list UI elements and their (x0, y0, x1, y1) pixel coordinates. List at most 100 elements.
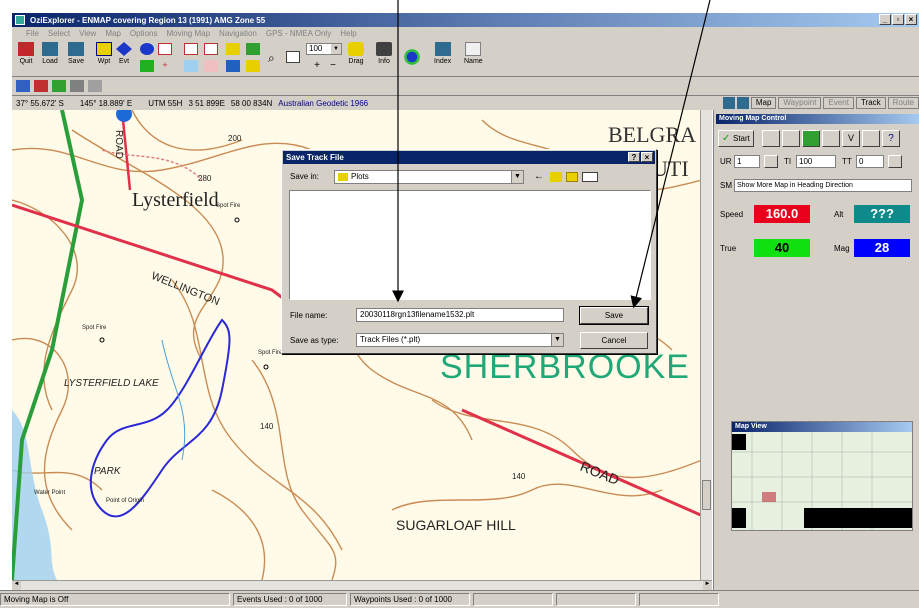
menu-moving-map[interactable]: Moving Map (166, 29, 210, 38)
ti-field[interactable]: 100 (796, 155, 836, 168)
zoom-in-icon[interactable]: + (310, 60, 324, 72)
tt-label: TT (842, 157, 852, 166)
maximize-button[interactable]: ▫ (892, 14, 904, 25)
map-vertical-scrollbar[interactable] (700, 110, 712, 580)
map-icon[interactable] (226, 43, 240, 55)
file-list[interactable] (289, 190, 651, 300)
waypoint-button[interactable]: Wpt (96, 42, 112, 65)
search-icon[interactable]: ⌕ (268, 51, 282, 65)
dialog-close-button[interactable]: × (641, 152, 653, 162)
chevron-down-icon: ▼ (331, 44, 341, 54)
map-button[interactable] (802, 130, 820, 147)
wpt-list-icon[interactable] (52, 80, 66, 92)
plus-icon[interactable]: + (158, 60, 172, 72)
menu-file[interactable]: File (26, 29, 39, 38)
close-button[interactable]: × (905, 14, 917, 25)
up-folder-icon[interactable] (550, 172, 562, 182)
cal-icon[interactable] (246, 60, 260, 72)
find-button[interactable] (782, 130, 800, 147)
panel-map-icon[interactable] (722, 97, 735, 109)
tt-field[interactable]: 0 (856, 155, 884, 168)
dialog-cancel-button[interactable]: Cancel (580, 332, 648, 349)
print-icon[interactable] (286, 51, 300, 63)
menu-navigation[interactable]: Navigation (219, 29, 257, 38)
speed-value: 160.0 (754, 205, 810, 223)
tab-map[interactable]: Map (750, 97, 777, 109)
options-button[interactable] (862, 130, 880, 147)
tab-event[interactable]: Event (823, 97, 854, 109)
save-in-select[interactable]: Plots ▼ (334, 170, 524, 184)
save-toolbar-button[interactable]: Save (68, 42, 84, 65)
help-icon[interactable]: ? (882, 130, 900, 147)
index-button[interactable]: Index (434, 42, 451, 65)
name-button[interactable]: Name (464, 42, 483, 65)
menu-bar: File Select View Map Options Moving Map … (12, 27, 919, 39)
track-button[interactable] (822, 130, 840, 147)
panel-title: Moving Map Control (716, 114, 919, 124)
grid-icon[interactable] (184, 60, 198, 72)
settings-icon[interactable] (88, 80, 102, 92)
flag-icon[interactable] (16, 80, 30, 92)
circle-icon[interactable] (204, 43, 218, 55)
new-folder-icon[interactable] (566, 172, 578, 182)
dialog-save-button[interactable]: Save (579, 306, 649, 325)
tt-set-button[interactable] (888, 155, 902, 168)
zoom-out-icon[interactable]: − (326, 60, 340, 72)
menu-map[interactable]: Map (105, 29, 121, 38)
coordinate-bar: 37° 55.672' S 145° 18.889' E UTM 55H 3 5… (12, 95, 919, 110)
map-list-icon[interactable] (226, 60, 240, 72)
save-as-type-select[interactable]: Track Files (*.plt) ▼ (356, 333, 564, 347)
view-menu-icon[interactable] (582, 172, 598, 182)
tab-waypoint[interactable]: Waypoint (778, 97, 822, 109)
panel-save-icon[interactable] (736, 97, 749, 109)
save-in-label: Save in: (290, 172, 319, 181)
range-icon[interactable] (204, 60, 218, 72)
ur-set-button[interactable] (764, 155, 778, 168)
route-icon[interactable] (140, 43, 154, 55)
sm-select[interactable]: Show More Map in Heading Direction (734, 179, 912, 192)
scroll-thumb[interactable] (702, 480, 711, 510)
menu-options[interactable]: Options (130, 29, 158, 38)
map-view-panel[interactable]: Map View (731, 421, 913, 531)
start-button[interactable]: ✓ Start (718, 130, 754, 147)
grid-toggle-icon[interactable] (70, 80, 84, 92)
speed-label: Speed (720, 210, 744, 219)
file-name-input[interactable]: 20030118rgn13filename1532.plt (356, 308, 564, 322)
center-button[interactable] (762, 130, 780, 147)
dialog-help-button[interactable]: ? (628, 152, 640, 162)
scroll-left-icon[interactable]: ◄ (12, 581, 21, 590)
tab-route[interactable]: Route (887, 97, 919, 109)
map-view-thumbnail (732, 432, 912, 530)
load-button[interactable]: Load (42, 42, 58, 65)
pencil-icon[interactable] (34, 80, 48, 92)
ur-field[interactable]: 1 (734, 155, 760, 168)
track-icon[interactable] (140, 60, 154, 72)
scroll-right-icon[interactable]: ► (703, 581, 712, 590)
ti-label: TI (784, 157, 792, 166)
zoom-select[interactable]: 100 ▼ (306, 43, 342, 55)
event-button[interactable]: Evt (116, 42, 132, 65)
track-tool-icon[interactable] (158, 43, 172, 55)
ur-label: UR (720, 157, 732, 166)
map-label-lake: LYSTERFIELD LAKE (64, 378, 159, 389)
back-icon[interactable]: ← (534, 171, 544, 182)
drag-button[interactable]: Drag (348, 42, 364, 65)
menu-gps[interactable]: GPS - NMEA Only (266, 29, 331, 38)
datum-readout: Australian Geodetic 1966 (278, 98, 369, 108)
folder-icon (338, 172, 348, 181)
move-arrows-icon[interactable] (400, 45, 424, 69)
chevron-down-icon: ▼ (511, 171, 523, 183)
info-button[interactable]: Info (376, 42, 392, 65)
menu-help[interactable]: Help (340, 29, 356, 38)
quit-button[interactable]: Quit (18, 42, 34, 65)
area-icon[interactable] (184, 43, 198, 55)
chart-icon[interactable] (246, 43, 260, 55)
minimize-button[interactable]: _ (879, 14, 891, 25)
v-button[interactable]: V (842, 130, 860, 147)
menu-select[interactable]: Select (48, 29, 70, 38)
map-horizontal-scrollbar[interactable]: ◄ ► (12, 580, 712, 590)
menu-view[interactable]: View (79, 29, 96, 38)
map-label-water-point: Water Point (34, 490, 66, 496)
tab-track[interactable]: Track (855, 97, 886, 109)
quit-icon (18, 42, 34, 56)
